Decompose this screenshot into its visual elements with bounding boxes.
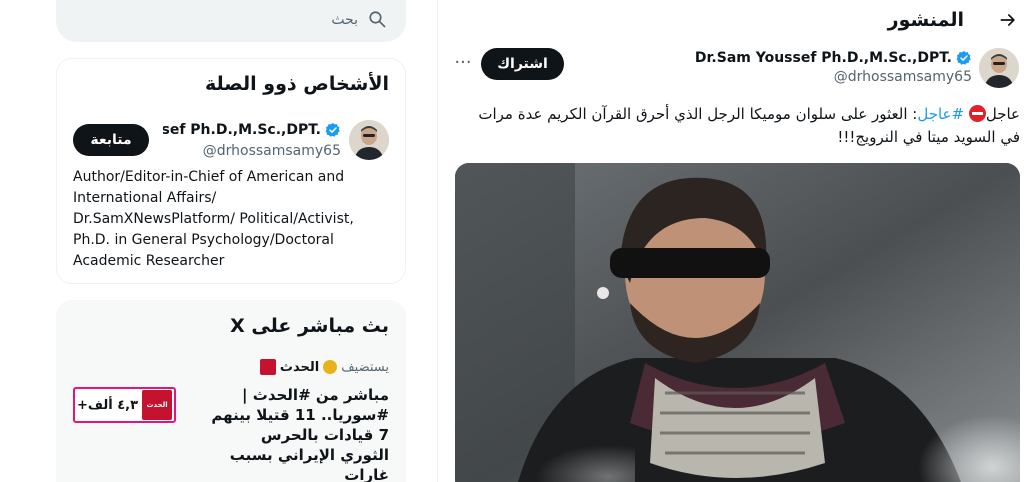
space-listeners-button[interactable]: +٤,٣ ألف الحدث	[73, 387, 176, 423]
post-hashtag[interactable]: #عاجل	[917, 105, 964, 123]
gold-verified-icon	[323, 360, 338, 374]
no-entry-emoji-icon	[968, 105, 986, 122]
page-title: المنشور	[887, 9, 964, 31]
host-logo-icon	[259, 359, 276, 375]
post-text: عاجل #عاجل: العثور على سلوان موميكا الرج…	[454, 103, 1020, 149]
verified-badge-icon	[956, 51, 971, 65]
space-host-row[interactable]: الحدث يستضيف	[259, 359, 389, 375]
host-role: يستضيف	[341, 359, 389, 375]
back-arrow-icon[interactable]	[998, 8, 1018, 32]
post-header: المنشور	[438, 0, 1028, 44]
author-avatar[interactable]	[979, 48, 1019, 88]
related-name: Dr.Sam Youssef Ph.D.,M.Sc.,DPT.	[163, 122, 321, 138]
host-name: الحدث	[279, 359, 320, 375]
author-name-row[interactable]: Dr.Sam Youssef Ph.D.,M.Sc.,DPT.	[695, 48, 972, 68]
space-title[interactable]: مباشر من #الحدث | #سوريا.. 11 قتيلا بينه…	[209, 385, 389, 482]
author-handle[interactable]: @drhossamsamy65	[834, 69, 972, 85]
search-input[interactable]	[98, 6, 358, 34]
related-avatar[interactable]	[349, 120, 389, 160]
post-text-prefix: عاجل	[985, 105, 1020, 123]
search-box[interactable]	[56, 0, 406, 42]
author-name: Dr.Sam Youssef Ph.D.,M.Sc.,DPT.	[694, 50, 952, 66]
main-column: المنشور Dr.Sam Youssef Ph.D.,M.Sc.,DPT. …	[437, 0, 1028, 482]
follow-button[interactable]: متابعة	[73, 124, 149, 156]
related-bio: Author/Editor-in-Chief of American and I…	[73, 169, 354, 269]
post-image[interactable]	[455, 163, 1020, 482]
subscribe-button[interactable]: اشتراك	[481, 48, 564, 80]
verified-badge-icon	[325, 123, 340, 137]
listener-count: +٤,٣ ألف	[76, 397, 139, 413]
related-handle[interactable]: @drhossamsamy65	[203, 143, 341, 159]
listener-avatar-logo: الحدث	[142, 390, 173, 420]
more-options-icon[interactable]: ···	[452, 50, 474, 76]
related-people-card: الأشخاص ذوو الصلة Dr.Sam Youssef Ph.D.,M…	[56, 58, 406, 284]
live-title: بث مباشر على X	[230, 315, 389, 337]
related-name-row[interactable]: Dr.Sam Youssef Ph.D.,M.Sc.,DPT.	[161, 120, 341, 140]
search-icon	[369, 11, 386, 28]
related-people-title: الأشخاص ذوو الصلة	[205, 73, 389, 95]
live-on-x-card: بث مباشر على X الحدث يستضيف مباشر من #ال…	[56, 300, 406, 482]
